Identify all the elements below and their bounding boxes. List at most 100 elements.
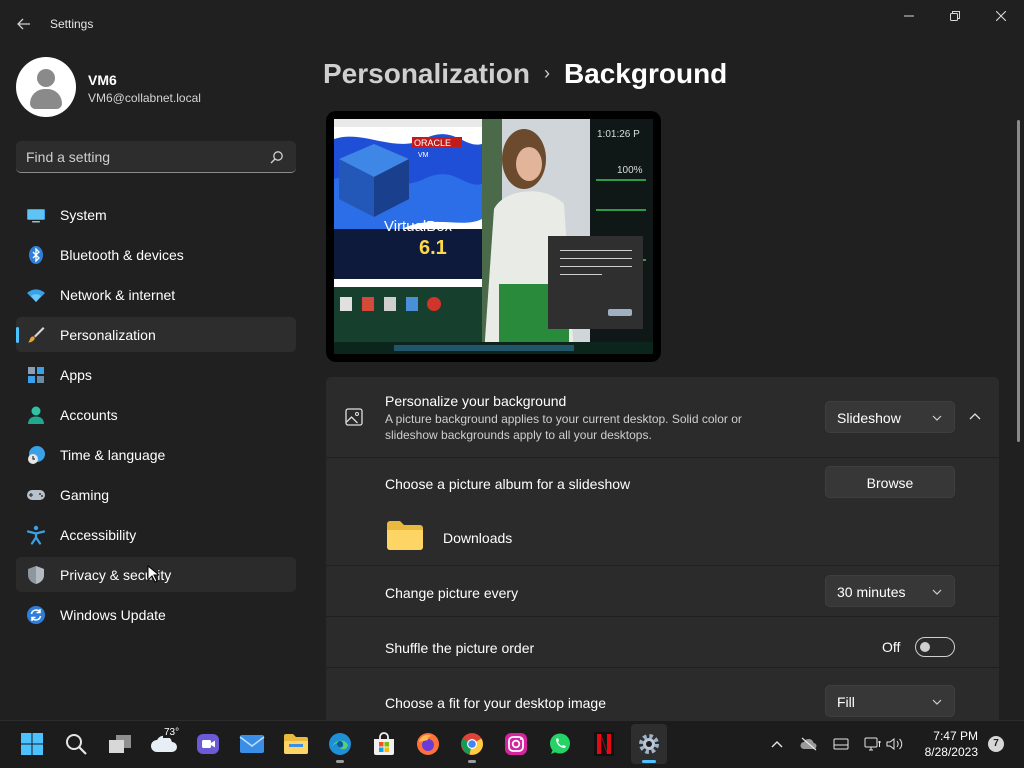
search-input[interactable] — [26, 148, 256, 166]
taskbar-search-button[interactable] — [59, 728, 93, 760]
taskbar-app-edge[interactable] — [323, 728, 357, 763]
task-view-icon — [109, 735, 131, 753]
minimize-button[interactable] — [886, 4, 932, 28]
cloud-offline-icon — [800, 737, 817, 751]
sidebar-item-personalization[interactable]: Personalization — [16, 317, 296, 352]
taskbar-clock-time[interactable]: 7:47 PM — [920, 729, 978, 743]
shuffle-toggle[interactable] — [915, 637, 955, 657]
sidebar-item-label: Gaming — [60, 487, 110, 503]
taskbar-app-instagram[interactable] — [499, 728, 533, 760]
interval-dropdown[interactable]: 30 minutes — [825, 575, 955, 607]
taskbar-app-mail[interactable] — [235, 728, 269, 760]
start-button[interactable] — [15, 728, 49, 760]
netflix-icon — [594, 732, 614, 756]
taskbar-app-settings[interactable] — [632, 728, 666, 763]
sidebar-item-accessibility[interactable]: Accessibility — [16, 517, 296, 552]
tray-display[interactable] — [832, 736, 850, 752]
taskbar-app-firefox[interactable] — [411, 728, 445, 760]
collapse-button[interactable] — [963, 403, 987, 431]
sidebar-item-label: System — [60, 207, 107, 223]
taskbar-clock-date[interactable]: 8/28/2023 — [910, 745, 978, 759]
tray-overflow-button[interactable] — [768, 736, 786, 752]
scrollbar[interactable] — [1017, 120, 1020, 442]
folder-icon — [387, 521, 423, 550]
shuffle-title: Shuffle the picture order — [385, 640, 535, 656]
mail-icon — [239, 735, 265, 753]
picture-icon — [345, 408, 363, 426]
whatsapp-icon — [550, 733, 570, 754]
notification-badge[interactable]: 7 — [988, 736, 1004, 752]
taskbar-app-netflix[interactable] — [587, 728, 621, 760]
taskbar-app-file-explorer[interactable] — [279, 728, 313, 760]
sidebar-item-time-language[interactable]: Time & language — [16, 437, 296, 472]
wallpaper-clock-text: 1:01:26 P — [597, 129, 640, 140]
network-icon — [864, 737, 881, 751]
background-type-value: Slideshow — [837, 410, 901, 426]
chrome-icon — [461, 733, 483, 755]
tray-network[interactable] — [864, 736, 882, 752]
restore-icon — [950, 11, 960, 21]
search-box[interactable] — [16, 141, 296, 173]
sidebar-item-network[interactable]: Network & internet — [16, 277, 296, 312]
task-view-button[interactable] — [103, 728, 137, 760]
interval-title: Change picture every — [385, 585, 519, 601]
taskbar-app-meet[interactable] — [191, 728, 225, 760]
change-interval-card: Change picture every 30 minutes — [326, 566, 999, 616]
folder-icon — [284, 734, 308, 754]
title-bar: Settings — [0, 0, 1024, 48]
windows-logo-icon — [21, 733, 43, 755]
restore-button[interactable] — [932, 4, 978, 28]
sidebar-item-accounts[interactable]: Accounts — [16, 397, 296, 432]
sidebar-item-label: Apps — [60, 367, 92, 383]
globe-clock-icon — [28, 446, 45, 464]
background-type-dropdown[interactable]: Slideshow — [825, 401, 955, 433]
taskbar-app-whatsapp[interactable] — [543, 728, 577, 760]
choose-album-card: Choose a picture album for a slideshow B… — [326, 458, 999, 565]
running-indicator — [336, 760, 344, 763]
wallpaper-percent-text: 100% — [617, 165, 643, 176]
sidebar-item-apps[interactable]: Apps — [16, 357, 296, 392]
shuffle-card: Shuffle the picture order Off — [326, 617, 999, 667]
fit-title: Choose a fit for your desktop image — [385, 695, 607, 711]
fit-dropdown[interactable]: Fill — [825, 685, 955, 717]
sidebar-item-label: Network & internet — [60, 287, 176, 303]
back-button[interactable] — [10, 12, 38, 36]
sidebar-item-windows-update[interactable]: Windows Update — [16, 597, 296, 632]
sidebar-item-label: Windows Update — [60, 607, 166, 623]
breadcrumb-parent[interactable]: Personalization — [323, 58, 530, 89]
sidebar-item-label: Accessibility — [60, 527, 137, 543]
sidebar-item-label: Time & language — [60, 447, 166, 463]
shield-icon — [28, 566, 44, 584]
running-indicator — [642, 760, 656, 763]
close-button[interactable] — [978, 4, 1024, 28]
breadcrumb: Personalization › Background — [323, 58, 727, 90]
firefox-icon — [417, 733, 439, 755]
sidebar-item-bluetooth[interactable]: Bluetooth & devices — [16, 237, 296, 272]
accessibility-icon — [26, 525, 46, 545]
running-indicator — [468, 760, 476, 763]
back-arrow-icon — [17, 18, 30, 30]
sidebar-item-gaming[interactable]: Gaming — [16, 477, 296, 512]
search-icon[interactable] — [270, 150, 284, 164]
background-title: Personalize your background — [385, 393, 567, 409]
tray-volume[interactable] — [886, 736, 904, 752]
store-icon — [374, 732, 394, 755]
avatar — [16, 57, 76, 117]
sidebar-item-label: Personalization — [60, 327, 156, 343]
chevron-up-icon — [771, 741, 783, 748]
taskbar-app-chrome[interactable] — [455, 728, 489, 763]
fit-card: Choose a fit for your desktop image Fill — [326, 668, 999, 720]
brush-icon — [28, 327, 45, 343]
wallpaper-brand-text: ORACLE — [414, 138, 451, 148]
tray-onedrive[interactable] — [800, 736, 818, 752]
user-profile[interactable]: VM6 VM6@collabnet.local — [16, 57, 296, 117]
background-description: A picture background applies to your cur… — [385, 412, 742, 442]
bluetooth-icon — [29, 246, 43, 264]
chevron-down-icon — [932, 699, 942, 705]
taskbar-app-store[interactable] — [367, 728, 401, 760]
window-title: Settings — [50, 17, 94, 31]
browse-button[interactable]: Browse — [825, 466, 955, 498]
sidebar-item-system[interactable]: System — [16, 197, 296, 232]
folder-name[interactable]: Downloads — [443, 530, 512, 546]
wallpaper-sub-text: VM — [418, 152, 429, 159]
